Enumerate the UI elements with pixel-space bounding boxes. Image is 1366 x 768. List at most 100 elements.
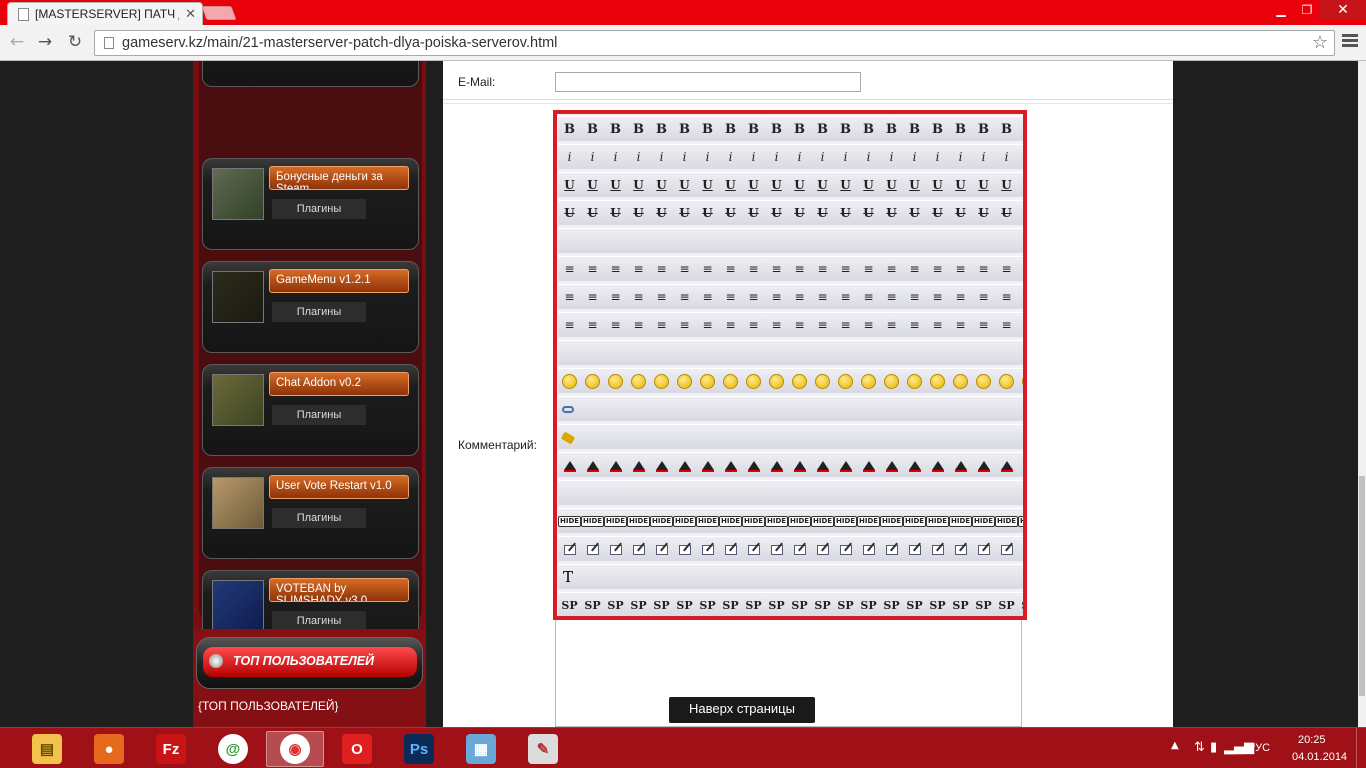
strike-button[interactable]: U	[650, 201, 673, 225]
font-color-button[interactable]	[719, 453, 742, 477]
hide-button[interactable]: HIDE	[650, 509, 674, 533]
edit-button[interactable]	[604, 537, 627, 561]
plugin-card[interactable]	[202, 61, 419, 87]
tab-close-icon[interactable]: ✕	[185, 7, 196, 22]
bookmark-star-icon[interactable]: ☆	[1312, 32, 1328, 53]
italic-button[interactable]: i	[811, 145, 834, 169]
plugin-category-link[interactable]: Плагины	[272, 508, 366, 528]
hide-button[interactable]: HIDE	[995, 509, 1019, 533]
bold-button[interactable]: B	[949, 117, 972, 141]
underline-button[interactable]: U	[972, 173, 995, 197]
align-center-button[interactable]: ≡	[650, 285, 673, 309]
show-desktop-button[interactable]	[1356, 728, 1366, 768]
italic-button[interactable]: i	[558, 145, 581, 169]
italic-button[interactable]: i	[673, 145, 696, 169]
taskbar-app[interactable]: O	[328, 731, 386, 767]
underline-button[interactable]: U	[811, 173, 834, 197]
edit-button[interactable]	[742, 537, 765, 561]
smiley-button[interactable]	[949, 369, 972, 393]
hide-button[interactable]: HIDE	[765, 509, 789, 533]
spoiler-button[interactable]: SP	[788, 593, 811, 616]
font-color-button[interactable]	[949, 453, 972, 477]
italic-button[interactable]: i	[742, 145, 765, 169]
smiley-button[interactable]	[581, 369, 604, 393]
smiley-button[interactable]	[673, 369, 696, 393]
strike-button[interactable]: U	[673, 201, 696, 225]
smiley-button[interactable]	[696, 369, 719, 393]
align-left-button[interactable]: ≡	[811, 257, 834, 281]
spoiler-button[interactable]: SP	[604, 593, 627, 616]
align-left-button[interactable]: ≡	[673, 257, 696, 281]
minimize-button[interactable]: ▁	[1268, 0, 1294, 20]
strike-button[interactable]: U	[811, 201, 834, 225]
align-center-button[interactable]: ≡	[673, 285, 696, 309]
maximize-button[interactable]: ❐	[1294, 0, 1320, 20]
plugin-thumbnail[interactable]	[212, 271, 264, 323]
edit-button[interactable]	[949, 537, 972, 561]
clock-date[interactable]: 04.01.2014	[1292, 751, 1347, 763]
align-left-button[interactable]: ≡	[719, 257, 742, 281]
strike-button[interactable]: U	[903, 201, 926, 225]
bold-button[interactable]: B	[627, 117, 650, 141]
italic-button[interactable]: i	[926, 145, 949, 169]
forward-button[interactable]: →	[33, 30, 57, 54]
align-right-button[interactable]: ≡	[719, 313, 742, 337]
align-center-button[interactable]: ≡	[834, 285, 857, 309]
taskbar-app[interactable]: ●	[80, 731, 138, 767]
spoiler-button[interactable]: SP	[880, 593, 903, 616]
hide-button[interactable]: HIDE	[604, 509, 628, 533]
font-color-button[interactable]	[558, 453, 581, 477]
align-right-button[interactable]: ≡	[857, 313, 880, 337]
underline-button[interactable]: U	[788, 173, 811, 197]
smiley-button[interactable]	[558, 369, 581, 393]
align-center-button[interactable]: ≡	[742, 285, 765, 309]
align-right-button[interactable]: ≡	[627, 313, 650, 337]
align-left-button[interactable]: ≡	[995, 257, 1018, 281]
edit-button[interactable]	[627, 537, 650, 561]
edit-button[interactable]	[788, 537, 811, 561]
spoiler-button[interactable]: SP	[742, 593, 765, 616]
align-right-button[interactable]: ≡	[811, 313, 834, 337]
font-color-button[interactable]	[604, 453, 627, 477]
smiley-button[interactable]	[604, 369, 627, 393]
underline-button[interactable]: U	[696, 173, 719, 197]
align-left-button[interactable]: ≡	[696, 257, 719, 281]
plugin-card[interactable]: Chat Addon v0.2 Плагины	[202, 364, 419, 456]
link-button[interactable]	[558, 397, 578, 421]
align-center-button[interactable]: ≡	[1018, 285, 1023, 309]
align-left-button[interactable]: ≡	[650, 257, 673, 281]
hide-button[interactable]: HIDE	[558, 509, 582, 533]
align-center-button[interactable]: ≡	[811, 285, 834, 309]
plugin-thumbnail[interactable]	[212, 168, 264, 220]
font-color-button[interactable]	[995, 453, 1018, 477]
input-language[interactable]: РУС	[1248, 742, 1270, 754]
spoiler-button[interactable]: SP	[673, 593, 696, 616]
smiley-button[interactable]	[1018, 369, 1023, 393]
strike-button[interactable]: U	[788, 201, 811, 225]
edit-button[interactable]	[673, 537, 696, 561]
smiley-button[interactable]	[834, 369, 857, 393]
bold-button[interactable]: B	[1018, 117, 1023, 141]
scroll-to-top-button[interactable]: Наверх страницы	[669, 697, 815, 723]
align-center-button[interactable]: ≡	[719, 285, 742, 309]
align-right-button[interactable]: ≡	[765, 313, 788, 337]
plugin-thumbnail[interactable]	[212, 374, 264, 426]
bold-button[interactable]: B	[926, 117, 949, 141]
smiley-button[interactable]	[719, 369, 742, 393]
page-scrollbar[interactable]	[1358, 61, 1366, 727]
spoiler-button[interactable]: SP	[949, 593, 972, 616]
plugin-thumbnail[interactable]	[212, 477, 264, 529]
hide-button[interactable]: HIDE	[880, 509, 904, 533]
underline-button[interactable]: U	[834, 173, 857, 197]
italic-button[interactable]: i	[581, 145, 604, 169]
italic-button[interactable]: i	[857, 145, 880, 169]
hide-button[interactable]: HIDE	[972, 509, 996, 533]
hide-button[interactable]: HIDE	[926, 509, 950, 533]
font-color-button[interactable]	[696, 453, 719, 477]
underline-button[interactable]: U	[880, 173, 903, 197]
strike-button[interactable]: U	[627, 201, 650, 225]
strike-button[interactable]: U	[857, 201, 880, 225]
edit-button[interactable]	[834, 537, 857, 561]
plugin-category-link[interactable]: Плагины	[272, 302, 366, 322]
plugin-card[interactable]: Бонусные деньги за Steam Плагины	[202, 158, 419, 250]
